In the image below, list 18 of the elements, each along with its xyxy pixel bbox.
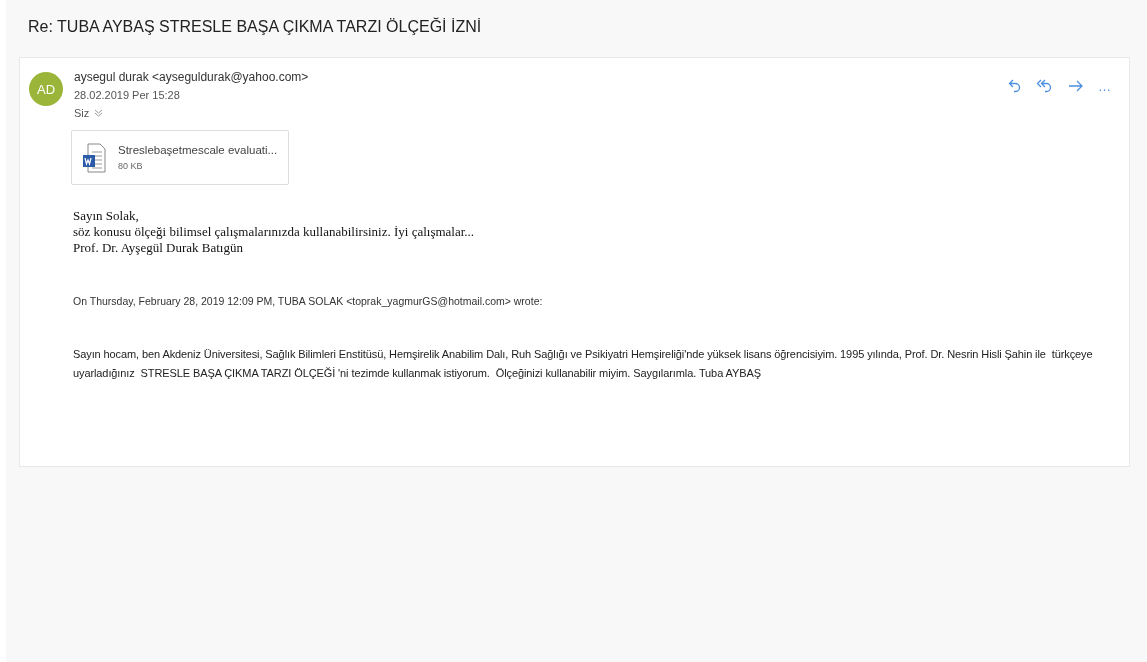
- sender: aysegul durak <ayseguldurak@yahoo.com>: [74, 69, 309, 86]
- avatar: AD: [29, 72, 63, 106]
- chevron-down-icon[interactable]: [94, 109, 104, 117]
- body-line: söz konusu ölçeği bilimsel çalışmalarınızda kullanabilirsiniz. İyi çalışmalar...: [73, 224, 476, 240]
- attachment-card[interactable]: Streslebaşetmescale evaluati... 80 KB: [71, 130, 289, 185]
- body-line: Sayın Solak,: [73, 208, 140, 224]
- quote-header: On Thursday, February 28, 2019 12:09 PM, TUBA SOLAK <toprak_yagmurGS@hotmail.com> wrote:: [73, 295, 544, 307]
- word-document-icon: [82, 142, 106, 173]
- body-line: Prof. Dr. Ayşegül Durak Batıgün: [73, 240, 244, 256]
- email-subject: Re: TUBA AYBAŞ STRESLE BAŞA ÇIKMA TARZI ÖLÇEĞİ İZNİ: [27, 16, 483, 37]
- reply-all-icon[interactable]: [1036, 78, 1054, 94]
- recipients: Siz: [74, 106, 90, 121]
- attachment-size: 80 KB: [118, 161, 144, 171]
- attachment-name: Streslebaşetmescale evaluati...: [118, 144, 278, 156]
- quoted-message: Sayın hocam, ben Akdeniz Üniversitesi, Sağlık Bilimleri Enstitüsü, Hemşirelik Anabilim Dalı, Ruh Sağlığı ve Psikiyatri Hemşireliği'nde yüksek lisans öğrencisiyim. 1995 yılında, Prof. Dr. Nesrin Hisli Şahin ile türkçeye uyarladığınız STRESLE BAŞA ÇIKMA TARZI ÖLÇEĞİ 'ni tezimde kullanmak istiyorum. Ölçeğinizi kullanabilir miyim. Saygılarımla. Tuba AYBAŞ: [73, 347, 1094, 381]
- forward-icon[interactable]: [1068, 79, 1084, 93]
- reply-icon[interactable]: [1008, 78, 1022, 94]
- message-date: 28.02.2019 Per 15:28: [74, 88, 181, 103]
